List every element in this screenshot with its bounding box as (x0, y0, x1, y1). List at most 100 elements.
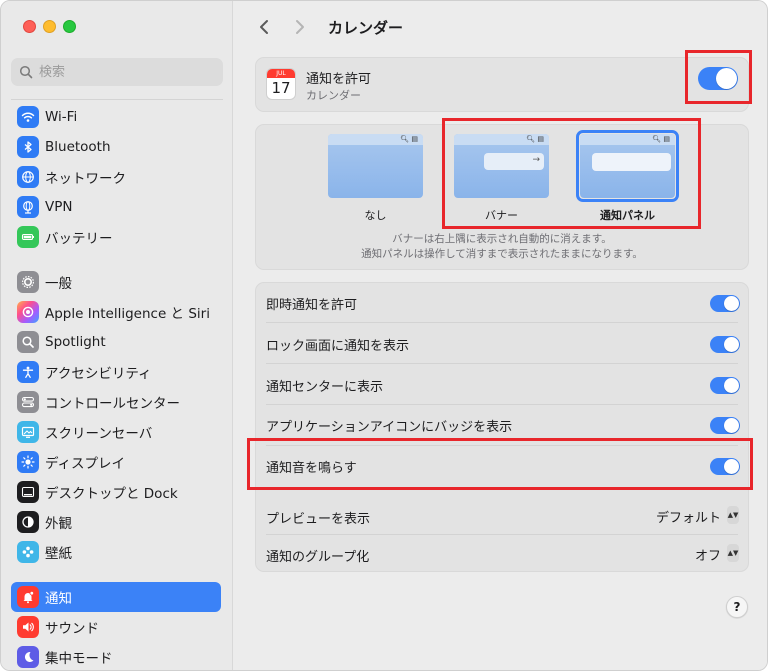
sidebar-item-label: デスクトップと Dock (45, 486, 178, 502)
sidebar-item-label: バッテリー (45, 231, 113, 247)
battery-icon (17, 226, 39, 248)
search-input[interactable] (39, 62, 219, 82)
row-divider (266, 322, 738, 323)
sidebar-item-label: Bluetooth (45, 139, 111, 155)
wallpaper-icon (17, 541, 39, 563)
gear-icon (17, 271, 39, 293)
globe-icon (17, 166, 39, 188)
sidebar-item-wallpaper[interactable]: 壁紙 (11, 537, 221, 567)
notification-center-toggle[interactable] (710, 377, 740, 394)
accessibility-icon (17, 361, 39, 383)
allow-notifications-card: JUL 17 通知を許可 カレンダー (255, 57, 749, 112)
style-description-line2: 通知パネルは操作して消すまで表示されたままになります。 (361, 248, 643, 260)
siri-icon (17, 301, 39, 323)
toggle-row-label: ロック画面に通知を表示 (266, 339, 410, 354)
highlight-box (247, 438, 753, 490)
back-button[interactable] (253, 16, 275, 38)
style-option-none[interactable]: 🔍︎ ▤ (328, 134, 423, 198)
chevron-left-icon (260, 20, 268, 34)
screensaver-icon (17, 421, 39, 443)
magnifier-icon (17, 331, 39, 353)
highlight-box (442, 118, 701, 229)
show-previews-value: デフォルト (655, 511, 721, 526)
grouping-popup[interactable]: オフ ▲▼ (644, 542, 739, 564)
allow-notifications-title: 通知を許可 (306, 72, 372, 87)
grouping-value: オフ (694, 549, 721, 564)
calendar-month: JUL (267, 69, 295, 78)
sidebar-item-focus[interactable]: 集中モード (11, 642, 221, 670)
sun-icon (17, 451, 39, 473)
main-pane: カレンダー JUL 17 通知を許可 カレンダー 🔍︎ ▤ なし 🔍︎ ▤ → … (233, 1, 767, 670)
time-sensitive-toggle[interactable] (710, 295, 740, 312)
badge-app-icon-toggle[interactable] (710, 417, 740, 434)
toggle-row-label: 即時通知を許可 (266, 298, 358, 313)
sidebar-item-label: ネットワーク (45, 171, 126, 187)
control-center-icon (17, 391, 39, 413)
sidebar-item-notifications[interactable]: 通知 (11, 582, 221, 612)
sidebar-item-network[interactable]: ネットワーク (11, 162, 221, 192)
sidebar-item-label: サウンド (45, 621, 99, 637)
row-divider (266, 534, 738, 535)
menubar-icons: 🔍︎ ▤ (400, 135, 418, 143)
select-row-label: 通知のグループ化 (266, 550, 370, 565)
speaker-icon (17, 616, 39, 638)
sidebar-item-label: 集中モード (45, 651, 113, 667)
lock-screen-toggle[interactable] (710, 336, 740, 353)
sidebar-item-label: 通知 (45, 591, 72, 607)
dock-icon (17, 481, 39, 503)
highlight-box (685, 50, 752, 104)
up-down-chevron-icon: ▲▼ (727, 506, 739, 524)
sidebar-item-label: VPN (45, 199, 73, 215)
chevron-right-icon (296, 20, 304, 34)
sidebar-item-label: 一般 (45, 276, 72, 292)
style-option-none-label: なし (364, 209, 387, 222)
bell-icon (17, 586, 39, 608)
sidebar-item-label: コントロールセンター (45, 396, 180, 412)
search-icon (19, 65, 33, 79)
select-row-label: プレビューを表示 (266, 512, 371, 527)
settings-window: Wi-Fi Bluetooth ネットワーク VPN バッテリー (0, 0, 768, 671)
search-box[interactable] (11, 58, 223, 86)
minimize-window-button[interactable] (43, 20, 56, 33)
sidebar-item-display[interactable]: ディスプレイ (11, 447, 221, 477)
sidebar-divider (11, 99, 223, 100)
show-previews-popup[interactable]: デフォルト ▲▼ (644, 504, 739, 526)
sidebar-item-label: 壁紙 (45, 546, 72, 562)
sidebar-item-sound[interactable]: サウンド (11, 612, 221, 642)
row-divider (266, 404, 738, 405)
sidebar-item-label: ディスプレイ (45, 456, 126, 472)
sidebar-item-general[interactable]: 一般 (11, 267, 221, 297)
sidebar-item-spotlight[interactable]: Spotlight (11, 327, 221, 357)
sidebar-item-apple-intelligence-siri[interactable]: Apple Intelligence と Siri (11, 297, 221, 327)
page-title: カレンダー (328, 19, 404, 37)
sidebar-item-vpn[interactable]: VPN (11, 192, 221, 222)
sidebar-item-accessibility[interactable]: アクセシビリティ (11, 357, 221, 387)
help-button[interactable]: ? (726, 596, 748, 618)
sidebar-item-wifi[interactable]: Wi-Fi (11, 102, 221, 132)
toggle-row-label: アプリケーションアイコンにバッジを表示 (266, 420, 513, 435)
sidebar-item-screensaver[interactable]: スクリーンセーバ (11, 417, 221, 447)
sidebar-item-label: Wi-Fi (45, 109, 78, 125)
sidebar-item-label: Apple Intelligence と Siri (45, 306, 210, 322)
sidebar-item-control-center[interactable]: コントロールセンター (11, 387, 221, 417)
sidebar-item-label: Spotlight (45, 334, 106, 350)
sidebar-item-bluetooth[interactable]: Bluetooth (11, 132, 221, 162)
wifi-icon (17, 106, 39, 128)
toggle-row-label: 通知センターに表示 (266, 380, 384, 395)
appearance-icon (17, 511, 39, 533)
options-card: 即時通知を許可 ロック画面に通知を表示 通知センターに表示 アプリケーションアイ… (255, 282, 749, 572)
close-window-button[interactable] (23, 20, 36, 33)
sidebar-item-label: スクリーンセーバ (45, 426, 153, 442)
vpn-globe-icon (17, 196, 39, 218)
sidebar-item-appearance[interactable]: 外観 (11, 507, 221, 537)
forward-button[interactable] (289, 16, 311, 38)
sidebar-item-label: 外観 (45, 516, 72, 532)
sidebar-item-desktop-dock[interactable]: デスクトップと Dock (11, 477, 221, 507)
moon-icon (17, 646, 39, 668)
calendar-app-icon: JUL 17 (266, 68, 296, 100)
sidebar-item-battery[interactable]: バッテリー (11, 222, 221, 252)
sidebar-item-label: アクセシビリティ (45, 366, 152, 382)
row-divider (266, 363, 738, 364)
zoom-window-button[interactable] (63, 20, 76, 33)
up-down-chevron-icon: ▲▼ (727, 544, 739, 562)
